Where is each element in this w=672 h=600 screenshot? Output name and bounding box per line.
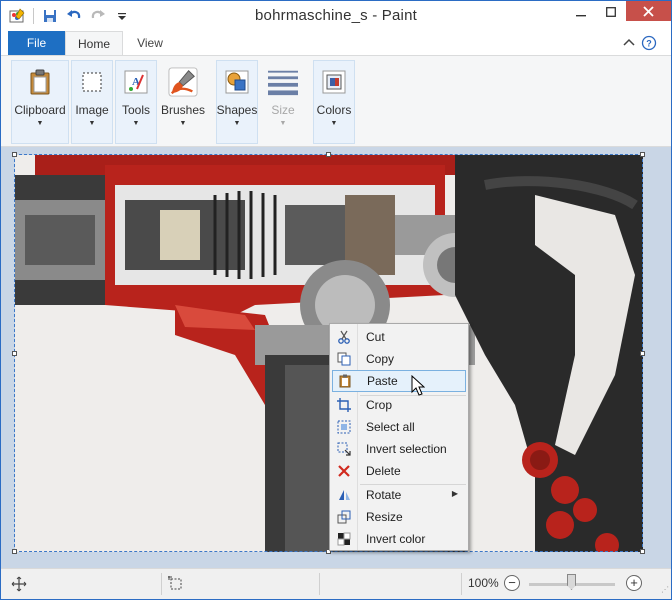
maximize-icon[interactable] (596, 1, 626, 23)
invert-selection-icon (332, 438, 356, 460)
copy-icon (332, 348, 356, 370)
paint-window: bohrmaschine_s - Paint File Home View ? (0, 0, 672, 600)
resize-handle[interactable] (326, 152, 331, 157)
chevron-down-icon: ▼ (88, 120, 96, 127)
selection-size-icon (168, 576, 182, 590)
ribbon-group-size: Size ▼ (262, 60, 304, 144)
context-menu: Cut Copy Paste Crop Select all Invert se… (329, 323, 469, 551)
menu-item-delete[interactable]: Delete (332, 460, 466, 482)
tab-home[interactable]: Home (65, 31, 123, 56)
cursor-position-icon (11, 576, 27, 592)
ribbon-group-image[interactable]: Image ▼ (71, 60, 113, 144)
ribbon-group-brushes[interactable]: Brushes ▼ (159, 60, 207, 144)
ribbon-group-shapes[interactable]: Shapes ▼ (216, 60, 258, 144)
zoom-level: 100% (468, 576, 499, 590)
colors-label: Colors (316, 103, 352, 117)
tools-label: Tools (121, 103, 150, 117)
menu-item-invert-color[interactable]: Invert color (332, 528, 466, 550)
status-divider (319, 573, 320, 595)
resize-grip-icon[interactable]: ⋰ (661, 585, 669, 594)
size-label: Size (271, 103, 295, 117)
menu-item-cut[interactable]: Cut (332, 326, 466, 348)
rotate-icon (332, 484, 356, 506)
delete-icon (332, 460, 356, 482)
brush-icon (168, 67, 198, 97)
paste-icon (333, 370, 357, 392)
menu-item-paste[interactable]: Paste (332, 370, 466, 392)
menu-item-select-all[interactable]: Select all (332, 416, 466, 438)
scissors-icon (332, 326, 356, 348)
menu-item-label: Crop (366, 398, 393, 412)
window-controls (566, 1, 671, 31)
mouse-cursor-icon (411, 375, 425, 396)
tab-file[interactable]: File (8, 31, 65, 55)
ribbon-group-colors[interactable]: Colors ▼ (313, 60, 355, 144)
zoom-slider-thumb[interactable] (567, 574, 576, 590)
select-all-icon (332, 416, 356, 438)
menu-item-label: Delete (366, 464, 401, 478)
select-icon (77, 67, 107, 97)
ribbon: Clipboard ▼ Image ▼ A Tools ▼ Brushes ▼ (1, 55, 671, 147)
svg-text:?: ? (646, 39, 652, 49)
chevron-down-icon: ▼ (132, 120, 140, 127)
ribbon-controls: ? (621, 35, 657, 54)
chevron-down-icon: ▼ (36, 120, 44, 127)
menu-item-label: Invert selection (366, 442, 447, 456)
shapes-icon (222, 67, 252, 97)
menu-item-resize[interactable]: Resize (332, 506, 466, 528)
menu-item-label: Select all (366, 420, 415, 434)
menu-item-label: Invert color (366, 532, 426, 546)
menu-item-rotate[interactable]: Rotate ▶ (332, 484, 466, 506)
crop-icon (332, 394, 356, 416)
menu-item-label: Paste (367, 374, 398, 388)
ribbon-group-clipboard[interactable]: Clipboard ▼ (11, 60, 69, 144)
close-icon (643, 5, 654, 17)
brushes-label: Brushes (160, 103, 206, 117)
chevron-right-icon: ▶ (451, 489, 458, 498)
chevron-down-icon: ▼ (179, 120, 187, 127)
clipboard-icon (25, 67, 55, 97)
menu-item-label: Cut (366, 330, 385, 344)
menu-item-label: Rotate (366, 488, 402, 502)
ribbon-group-tools[interactable]: A Tools ▼ (115, 60, 157, 144)
status-bar: 100% − + ⋰ (1, 568, 671, 599)
invert-color-icon (332, 528, 356, 550)
zoom-in-button[interactable]: + (626, 575, 642, 591)
menu-item-label: Resize (366, 510, 403, 524)
tab-view[interactable]: View (123, 31, 177, 55)
minimize-icon[interactable] (566, 1, 596, 23)
resize-handle[interactable] (12, 152, 17, 157)
colors-icon (319, 67, 349, 97)
chevron-down-icon: ▼ (233, 120, 241, 127)
zoom-out-button[interactable]: − (504, 575, 520, 591)
resize-icon (332, 506, 356, 528)
status-divider (161, 573, 162, 595)
resize-handle[interactable] (12, 351, 17, 356)
image-label: Image (75, 103, 109, 117)
ribbon-tabs: File Home View ? (1, 31, 671, 56)
close-button[interactable] (626, 1, 671, 21)
shapes-label: Shapes (216, 103, 258, 117)
menu-item-label: Copy (366, 352, 395, 366)
menu-item-crop[interactable]: Crop (332, 394, 466, 416)
resize-handle[interactable] (12, 549, 17, 554)
collapse-ribbon-icon (623, 38, 635, 46)
clipboard-label: Clipboard (14, 103, 66, 117)
chevron-down-icon: ▼ (330, 120, 338, 127)
menu-item-invert-selection[interactable]: Invert selection (332, 438, 466, 460)
menu-item-copy[interactable]: Copy (332, 348, 466, 370)
resize-handle[interactable] (640, 549, 645, 554)
resize-handle[interactable] (640, 351, 645, 356)
tools-icon: A (121, 67, 151, 97)
size-icon (268, 67, 298, 97)
status-divider (461, 573, 462, 595)
chevron-down-icon: ▼ (279, 120, 287, 127)
resize-handle[interactable] (640, 152, 645, 157)
title-bar: bohrmaschine_s - Paint (1, 1, 671, 31)
